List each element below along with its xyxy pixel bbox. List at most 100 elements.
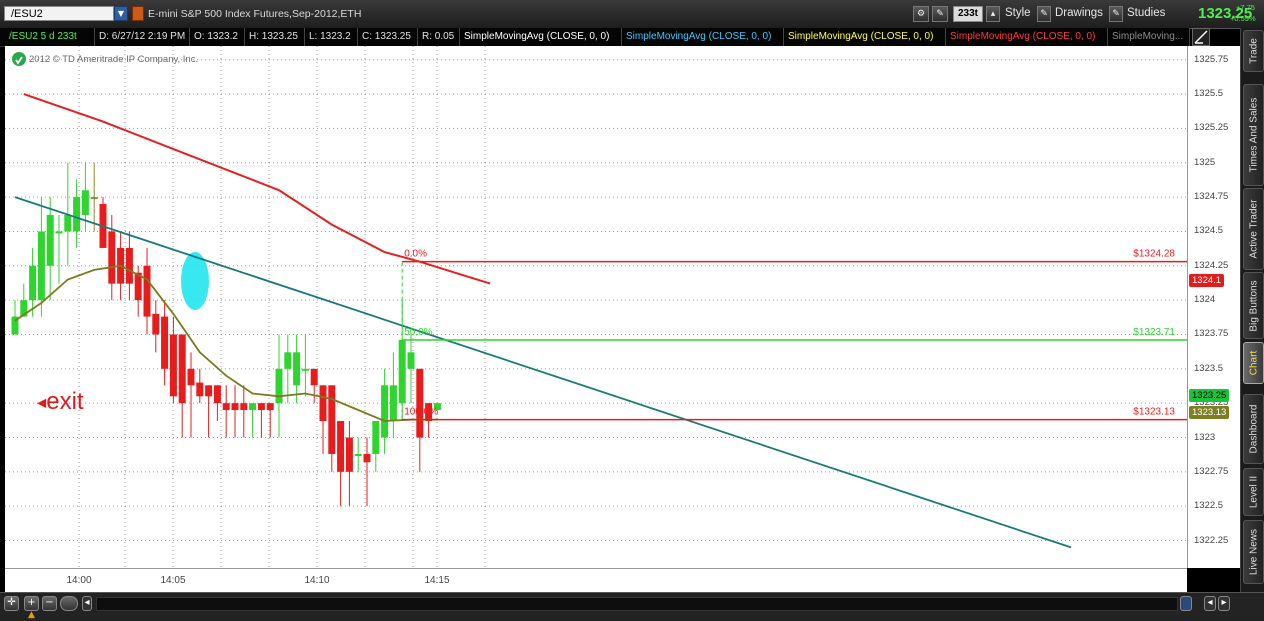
instrument-description: E-mini S&P 500 Index Futures,Sep-2012,ET… xyxy=(148,8,362,20)
price-tick-label: 1322.25 xyxy=(1194,534,1229,546)
study-label-sma-2[interactable]: SimpleMovingAvg (CLOSE, 0, 0) xyxy=(622,28,784,46)
horizontal-scrollbar[interactable] xyxy=(96,597,1178,611)
info-date: D: 6/27/12 2:19 PM xyxy=(95,28,190,46)
studies-icon[interactable]: ✎ xyxy=(1109,6,1123,22)
price-tick-label: 1324.25 xyxy=(1194,259,1229,271)
candle-body xyxy=(381,385,389,438)
candle-body xyxy=(231,403,239,411)
candle-body xyxy=(354,453,362,456)
candle-body xyxy=(37,231,45,301)
zoom-out-button[interactable]: − xyxy=(42,596,57,611)
price-tick-label: 1322.5 xyxy=(1194,500,1224,512)
price-chart[interactable]: 0.0% 50.0% 100.0% $1324.28 $1323.71 $1323.13 xyxy=(5,46,1187,568)
right-side-tabs: Trade Times And Sales Active Trader Big … xyxy=(1240,28,1264,592)
candle-body xyxy=(143,265,151,317)
candle-body xyxy=(64,214,72,232)
candle-body xyxy=(249,403,257,411)
time-axis[interactable]: 14:00 14:05 14:10 14:15 xyxy=(5,568,1187,593)
candle-body xyxy=(301,368,309,371)
info-symbol-period: /ESU2 5 d 233t xyxy=(5,28,95,46)
bottom-toolbar: ✛ + − ◂ ◂ ▸ ▲ xyxy=(0,592,1264,621)
candle-body xyxy=(125,247,133,284)
price-tick-label: 1324 xyxy=(1194,294,1216,306)
wrench-icon[interactable]: ✎ xyxy=(932,6,948,22)
candle-body xyxy=(55,231,63,234)
candle-body xyxy=(222,403,230,411)
fib-label-mid: 50.0% xyxy=(404,327,432,338)
candle-body xyxy=(310,368,318,386)
chart-settings-icon[interactable]: ⚙ xyxy=(913,6,929,22)
instrument-icon[interactable] xyxy=(132,6,144,21)
candle-body xyxy=(29,265,37,301)
time-tick-label: 14:15 xyxy=(424,575,450,586)
crosshair-icon[interactable]: ✛ xyxy=(4,596,19,611)
candle-body xyxy=(46,214,54,266)
drawings-menu[interactable]: Drawings xyxy=(1055,7,1103,19)
study-label-sma-3[interactable]: SimpleMovingAvg (CLOSE, 0, 0) xyxy=(784,28,946,46)
aggregation-selector[interactable]: 233t xyxy=(953,6,983,22)
drawings-icon[interactable]: ✎ xyxy=(1037,6,1051,22)
time-tick-label: 14:05 xyxy=(160,575,186,586)
price-axis[interactable]: 1325.75 1325.5 1325.25 1325 1324.75 1324.5 132… xyxy=(1187,46,1240,568)
price-tick-label: 1325.75 xyxy=(1194,53,1229,65)
tab-big-buttons[interactable]: Big Buttons xyxy=(1243,272,1264,339)
candle-body xyxy=(363,453,371,463)
tab-dashboard[interactable]: Dashboard xyxy=(1243,394,1264,464)
pan-icon[interactable] xyxy=(60,596,78,611)
scroll-right-icon[interactable] xyxy=(1180,596,1192,611)
candle-body xyxy=(328,385,336,454)
candle-body xyxy=(161,316,169,369)
study-label-sma-1[interactable]: SimpleMovingAvg (CLOSE, 0, 0) xyxy=(460,28,622,46)
fib-label-top: 0.0% xyxy=(404,249,427,260)
symbol-dropdown-button[interactable]: ▼ xyxy=(114,6,128,21)
info-high: H: 1323.25 xyxy=(245,28,305,46)
chart-area[interactable]: 0.0% 50.0% 100.0% $1324.28 $1323.71 $1323.13 … xyxy=(5,46,1187,568)
style-menu[interactable]: Style xyxy=(1005,7,1031,19)
scroll-left-icon[interactable]: ◂ xyxy=(82,596,92,611)
style-icon[interactable]: ▴ xyxy=(986,6,1000,22)
expand-left-icon[interactable]: ◂ xyxy=(1204,596,1216,611)
candle-body xyxy=(345,437,353,472)
percent-change: +0.59% xyxy=(1230,14,1256,23)
tab-live-news[interactable]: Live News xyxy=(1243,520,1264,584)
candle-body xyxy=(196,382,204,397)
candle-body xyxy=(266,403,274,411)
top-toolbar: /ESU2 ▼ E-mini S&P 500 Index Futures,Sep… xyxy=(0,0,1264,29)
exit-arrow-icon: ◀ xyxy=(37,395,47,410)
candle-body xyxy=(293,352,301,386)
tab-trade[interactable]: Trade xyxy=(1243,30,1264,72)
warning-icon: ▲ xyxy=(28,610,35,620)
studies-menu[interactable]: Studies xyxy=(1127,7,1165,19)
study-indicator-icon[interactable] xyxy=(12,52,26,66)
symbol-input[interactable]: /ESU2 xyxy=(4,6,114,21)
tab-active-trader[interactable]: Active Trader xyxy=(1243,188,1264,270)
expand-right-icon[interactable]: ▸ xyxy=(1218,596,1230,611)
candle-body xyxy=(275,368,283,404)
candle-body xyxy=(81,190,89,215)
price-tick-label: 1325.5 xyxy=(1194,88,1224,100)
net-change: +7.75 xyxy=(1236,3,1255,12)
candle-body xyxy=(372,421,380,454)
fib-price-mid: $1323.71 xyxy=(1133,327,1175,338)
candle-body xyxy=(73,197,81,232)
study-label-sma-5[interactable]: SimpleMoving... xyxy=(1108,28,1190,46)
study-label-sma-4[interactable]: SimpleMovingAvg (CLOSE, 0, 0) xyxy=(946,28,1108,46)
candle-body xyxy=(240,403,248,411)
candle-body xyxy=(90,197,98,200)
candle-body xyxy=(178,334,186,404)
tab-times-and-sales[interactable]: Times And Sales xyxy=(1243,84,1264,186)
zoom-in-button[interactable]: + xyxy=(24,596,39,611)
candle-body xyxy=(152,313,160,335)
drawing-tool-icon[interactable] xyxy=(1192,28,1210,46)
exit-annotation: ◀exit xyxy=(37,388,84,416)
candle-body xyxy=(213,385,221,404)
price-tick-label: 1325.25 xyxy=(1194,122,1229,134)
chart-info-row: /ESU2 5 d 233t D: 6/27/12 2:19 PM O: 132… xyxy=(0,28,1190,47)
candle-body xyxy=(108,231,116,284)
tab-chart[interactable]: Chart xyxy=(1243,342,1264,384)
tab-level-ii[interactable]: Level II xyxy=(1243,468,1264,516)
exit-label: exit xyxy=(46,388,84,415)
price-tick-label: 1323.5 xyxy=(1194,362,1224,374)
info-open: O: 1323.2 xyxy=(190,28,245,46)
time-tick-label: 14:10 xyxy=(304,575,330,586)
